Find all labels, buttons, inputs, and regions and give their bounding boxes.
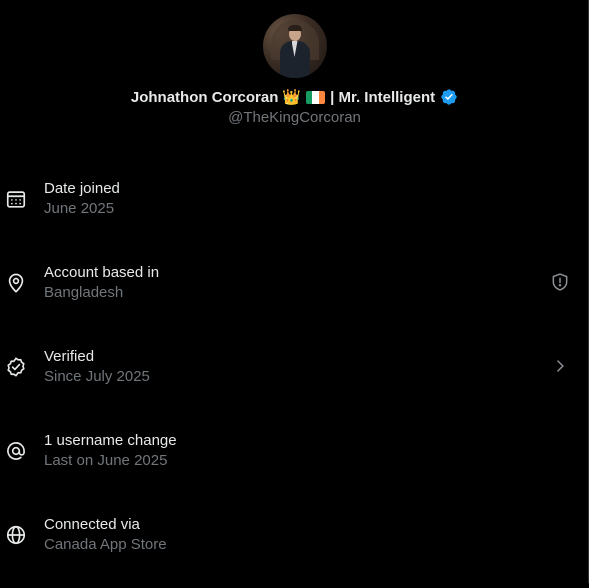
location-pin-icon bbox=[8, 273, 24, 293]
at-sign-icon bbox=[7, 442, 25, 460]
row-label: Connected via bbox=[44, 516, 140, 533]
verified-badge-icon[interactable] bbox=[440, 88, 458, 106]
ireland-flag-icon bbox=[306, 90, 326, 104]
globe-icon bbox=[6, 525, 26, 545]
avatar[interactable] bbox=[262, 14, 327, 78]
row-label: Account based in bbox=[44, 264, 160, 281]
list-item-date-joined: Date joined June 2025 bbox=[0, 168, 588, 252]
row-label: 1 username change bbox=[44, 432, 177, 449]
verified-badge-outline-icon bbox=[7, 357, 25, 377]
username-handle: @TheKingCorcoran bbox=[228, 109, 361, 126]
row-label: Verified bbox=[44, 348, 95, 365]
row-value: Canada App Store bbox=[44, 536, 167, 553]
list-item-username-change: 1 username change Last on June 2025 bbox=[0, 420, 588, 504]
list-item-connected-via: Connected via Canada App Store bbox=[0, 504, 588, 588]
crown-emoji: 👑 bbox=[282, 88, 302, 106]
row-value: Last on June 2025 bbox=[44, 452, 168, 469]
row-value: Since July 2025 bbox=[44, 368, 150, 385]
row-label: Date joined bbox=[44, 180, 120, 197]
list-item-account-based-in: Account based in Bangladesh bbox=[0, 252, 588, 336]
display-name: Johnathon Corcoran 👑 | Mr. Intelligent bbox=[0, 87, 589, 107]
profile-header: Johnathon Corcoran 👑 | Mr. Intelligent @… bbox=[0, 14, 589, 126]
shield-alert-icon[interactable] bbox=[550, 272, 570, 292]
row-value: Bangladesh bbox=[44, 284, 124, 301]
account-info-list: Date joined June 2025 Account based in B… bbox=[0, 168, 588, 588]
row-value: June 2025 bbox=[44, 200, 115, 217]
calendar-icon bbox=[6, 191, 26, 208]
display-name-title: | Mr. Intelligent bbox=[330, 88, 436, 106]
chevron-right-icon[interactable] bbox=[550, 356, 570, 376]
list-item-verified[interactable]: Verified Since July 2025 bbox=[0, 336, 588, 420]
display-name-text: Johnathon Corcoran bbox=[130, 88, 279, 106]
